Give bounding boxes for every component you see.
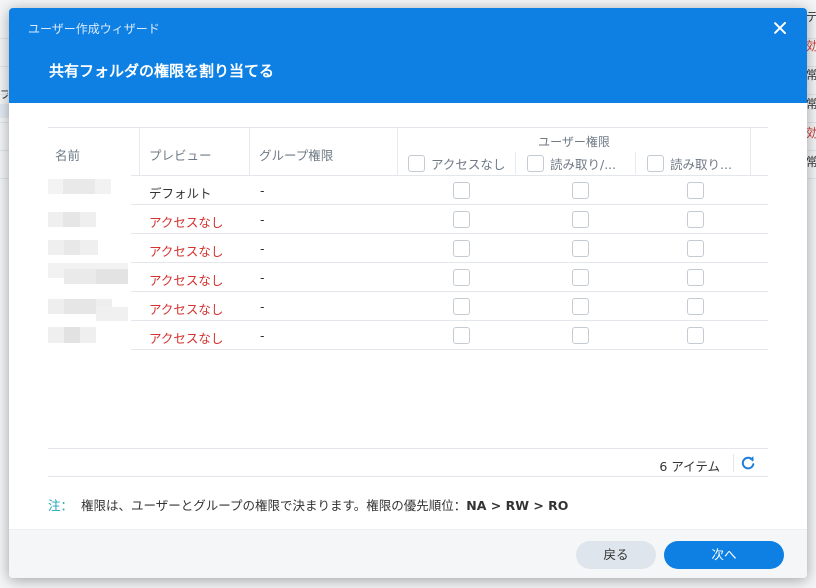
preview-status: アクセスなし — [149, 302, 224, 317]
background-right-label: 効 — [806, 39, 816, 53]
group-permission-value: - — [260, 241, 265, 256]
column-header-read-only: 読み取り... — [647, 152, 732, 174]
column-header-read-only-label: 読み取り... — [670, 156, 732, 172]
footer-divider — [733, 454, 734, 472]
column-header-user-permission: ユーザー権限 — [538, 135, 610, 149]
next-button[interactable]: 次へ — [664, 541, 784, 569]
read-only-checkbox[interactable] — [687, 182, 704, 199]
column-header-read-write: 読み取り/... — [527, 152, 616, 174]
group-permission-value: - — [260, 328, 265, 343]
background-right-label: 効 — [806, 126, 816, 140]
no-access-checkbox[interactable] — [453, 182, 470, 199]
no-access-checkbox[interactable] — [453, 269, 470, 286]
read-write-checkbox[interactable] — [572, 182, 589, 199]
preview-status: アクセスなし — [149, 331, 224, 346]
permission-grid: 名前 プレビュー グループ権限 ユーザー権限 アクセスなし 読み取り/... 読… — [48, 127, 768, 477]
column-header-preview[interactable]: プレビュー — [149, 145, 212, 164]
table-row[interactable]: アクセスなし - — [131, 292, 768, 321]
column-divider — [750, 128, 751, 176]
read-only-checkbox[interactable] — [687, 298, 704, 315]
preview-status: アクセスなし — [149, 215, 224, 230]
read-only-checkbox[interactable] — [687, 240, 704, 257]
refresh-icon[interactable] — [740, 455, 756, 471]
preview-status: アクセスなし — [149, 244, 224, 259]
column-header-name[interactable]: 名前 — [55, 145, 80, 164]
background-right-label: 常 — [806, 68, 816, 82]
background-right-label: 常 — [806, 97, 816, 111]
dialog-header: ユーザー作成ウィザード 共有フォルダの権限を割り当てる — [9, 8, 807, 103]
read-write-checkbox[interactable] — [572, 327, 589, 344]
column-divider — [515, 152, 516, 174]
redaction-block — [64, 240, 80, 255]
column-header-read-write-label: 読み取り/... — [550, 156, 617, 172]
read-write-checkbox[interactable] — [572, 269, 589, 286]
redacted-name-column — [48, 177, 128, 353]
background-right-label: 常 — [806, 155, 816, 169]
select-all-read-write-checkbox[interactable] — [527, 154, 544, 172]
redaction-block — [63, 212, 80, 227]
redaction-block — [95, 179, 111, 194]
background-right-label: テ — [806, 10, 816, 24]
item-count: 6 アイテム — [659, 459, 720, 474]
no-access-checkbox[interactable] — [453, 240, 470, 257]
table-row[interactable]: アクセスなし - — [131, 234, 768, 263]
group-permission-value: - — [260, 183, 265, 198]
column-header-no-access-label: アクセスなし — [431, 156, 506, 172]
column-divider — [249, 128, 250, 176]
group-permission-value: - — [260, 299, 265, 314]
wizard-title: ユーザー作成ウィザード — [28, 22, 160, 36]
permission-note: 注： 権限は、ユーザーとグループの権限で決まります。権限の優先順位：NA > RW… — [48, 495, 568, 514]
preview-status: デフォルト — [149, 186, 212, 201]
column-divider — [635, 152, 636, 174]
table-row[interactable]: アクセスなし - — [131, 205, 768, 234]
redaction-block — [96, 307, 128, 321]
no-access-checkbox[interactable] — [453, 211, 470, 228]
read-write-checkbox[interactable] — [572, 240, 589, 257]
background-selected-row — [0, 104, 9, 118]
back-button[interactable]: 戻る — [576, 541, 656, 569]
read-write-checkbox[interactable] — [572, 211, 589, 228]
user-creation-wizard-dialog: ユーザー作成ウィザード 共有フォルダの権限を割り当てる 名前 プレビュー グルー… — [9, 8, 807, 578]
redaction-block — [48, 179, 63, 194]
select-all-read-only-checkbox[interactable] — [647, 154, 664, 172]
dialog-button-bar: 戻る 次へ — [9, 529, 807, 578]
column-header-group-permission[interactable]: グループ権限 — [259, 145, 333, 164]
read-only-checkbox[interactable] — [687, 211, 704, 228]
grid-footer: 6 アイテム — [48, 448, 768, 477]
note-label: 注： — [48, 498, 74, 513]
table-row[interactable]: アクセスなし - — [131, 321, 768, 350]
group-permission-value: - — [260, 212, 265, 227]
preview-status: アクセスなし — [149, 273, 224, 288]
note-text: 権限は、ユーザーとグループの権限で決まります。権限の優先順位： — [81, 498, 467, 513]
column-divider — [139, 128, 140, 176]
no-access-checkbox[interactable] — [453, 327, 470, 344]
no-access-checkbox[interactable] — [453, 298, 470, 315]
close-icon[interactable] — [772, 20, 788, 36]
read-write-checkbox[interactable] — [572, 298, 589, 315]
column-header-no-access: アクセスなし — [408, 152, 505, 174]
read-only-checkbox[interactable] — [687, 327, 704, 344]
read-only-checkbox[interactable] — [687, 269, 704, 286]
group-permission-value: - — [260, 270, 265, 285]
step-title: 共有フォルダの権限を割り当てる — [49, 62, 275, 80]
select-all-no-access-checkbox[interactable] — [408, 154, 425, 172]
table-row[interactable]: アクセスなし - — [131, 263, 768, 292]
redaction-block — [64, 327, 80, 343]
redaction-block — [63, 179, 95, 194]
redaction-block — [96, 269, 128, 284]
note-priority: NA > RW > RO — [466, 498, 569, 513]
table-row[interactable]: デフォルト - — [131, 176, 768, 205]
redaction-block — [64, 299, 96, 314]
